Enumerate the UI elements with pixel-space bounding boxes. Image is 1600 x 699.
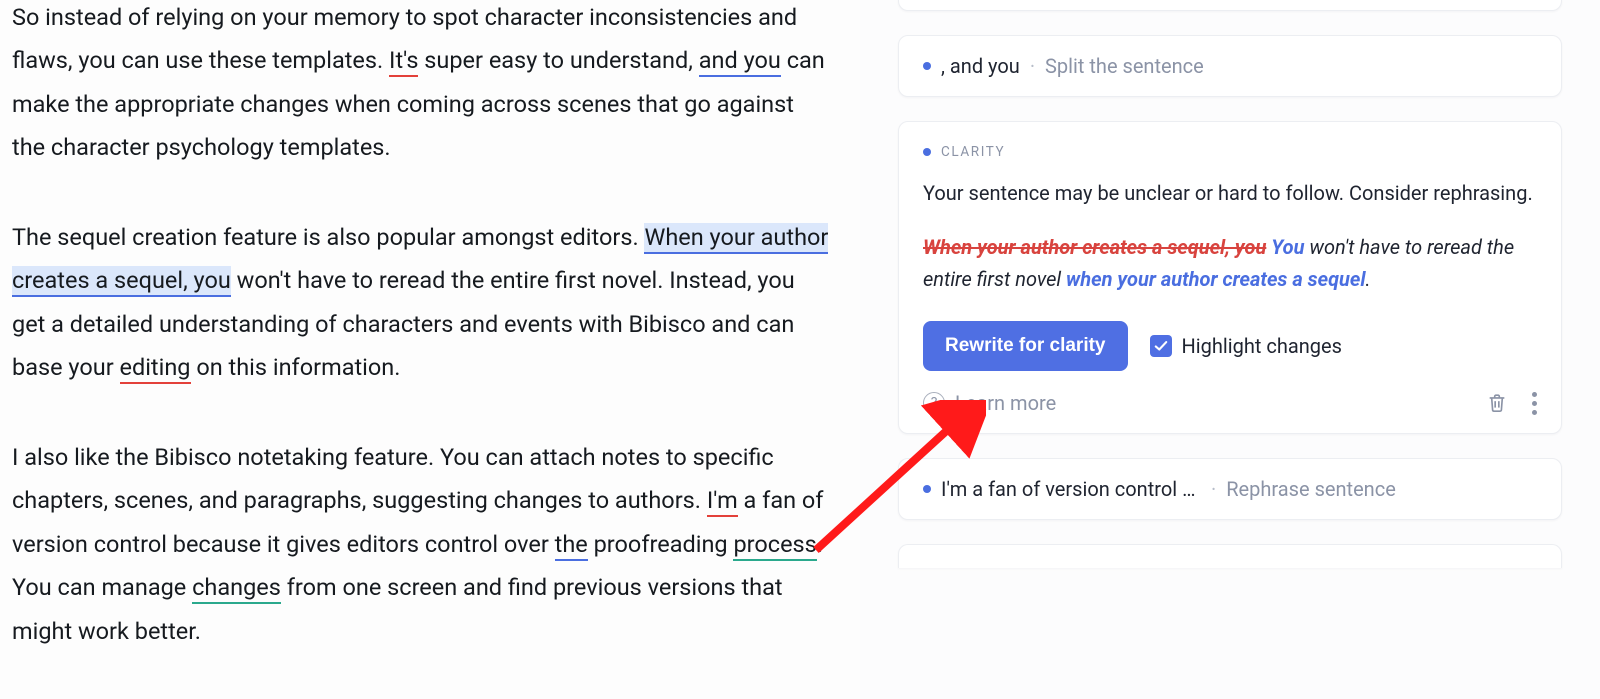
suggestion-hint: Split the sentence [1045,54,1204,78]
collapsed-card-edge [898,0,1562,11]
suggestion-hint: Rephrase sentence [1226,477,1396,501]
correctness-underline[interactable]: editing [120,353,191,384]
correctness-underline[interactable]: It's [389,46,418,77]
separator-dot: · [1211,477,1216,501]
trash-icon[interactable] [1486,391,1508,415]
text: I also like the Bibisco notetaking featu… [12,443,774,514]
text: . [1366,267,1371,291]
paragraph[interactable]: So instead of relying on your memory to … [12,0,830,170]
inserted-text: when your author creates a sequel [1066,267,1365,291]
correctness-underline[interactable]: I'm [707,486,738,517]
more-options-icon[interactable] [1532,392,1537,415]
removed-text: When your author creates a sequel, you [923,235,1266,259]
inserted-text: You [1271,235,1304,259]
card-actions: Rewrite for clarity Highlight changes [923,321,1537,371]
clarity-underline[interactable]: and you [699,46,781,77]
rewrite-button[interactable]: Rewrite for clarity [923,321,1128,371]
suggestion-card-collapsed[interactable]: I'm a fan of version control becaus… · R… [898,458,1562,520]
text: The sequel creation feature is also popu… [12,223,644,251]
suggestion-snippet: I'm a fan of version control becaus… [941,477,1201,501]
checkbox-checked-icon [1150,335,1172,357]
suggestion-card-collapsed[interactable]: , and you · Split the sentence [898,35,1562,97]
paragraph[interactable]: The sequel creation feature is also popu… [12,216,830,390]
text: on this information. [191,353,401,381]
highlight-changes-toggle[interactable]: Highlight changes [1150,334,1342,358]
text: super easy to understand, [418,46,698,74]
collapsed-card-edge [898,544,1562,568]
document-editor[interactable]: So instead of relying on your memory to … [0,0,860,699]
learn-more-label: Learn more [955,391,1056,415]
engagement-underline[interactable]: changes [192,573,281,604]
clarity-underline[interactable]: the [555,530,588,561]
suggestion-snippet: , and you [941,54,1020,78]
checkbox-label: Highlight changes [1182,334,1342,358]
category-dot-icon [923,62,931,70]
engagement-underline[interactable]: process [733,530,816,561]
separator-dot: · [1030,54,1035,78]
help-icon: ? [923,392,945,414]
category-dot-icon [923,485,931,493]
text: proofreading [588,530,734,558]
category-label: CLARITY [941,144,1005,160]
suggestion-rewrite: When your author creates a sequel, you Y… [923,231,1537,295]
suggestions-sidebar: , and you · Split the sentence CLARITY Y… [860,0,1600,699]
card-footer: ? Learn more [923,391,1537,415]
suggestion-message: Your sentence may be unclear or hard to … [923,178,1537,209]
paragraph[interactable]: I also like the Bibisco notetaking featu… [12,436,830,653]
suggestion-card-expanded: CLARITY Your sentence may be unclear or … [898,121,1562,434]
learn-more-link[interactable]: ? Learn more [923,391,1056,415]
category-dot-icon [923,148,931,156]
category-header: CLARITY [923,144,1537,160]
